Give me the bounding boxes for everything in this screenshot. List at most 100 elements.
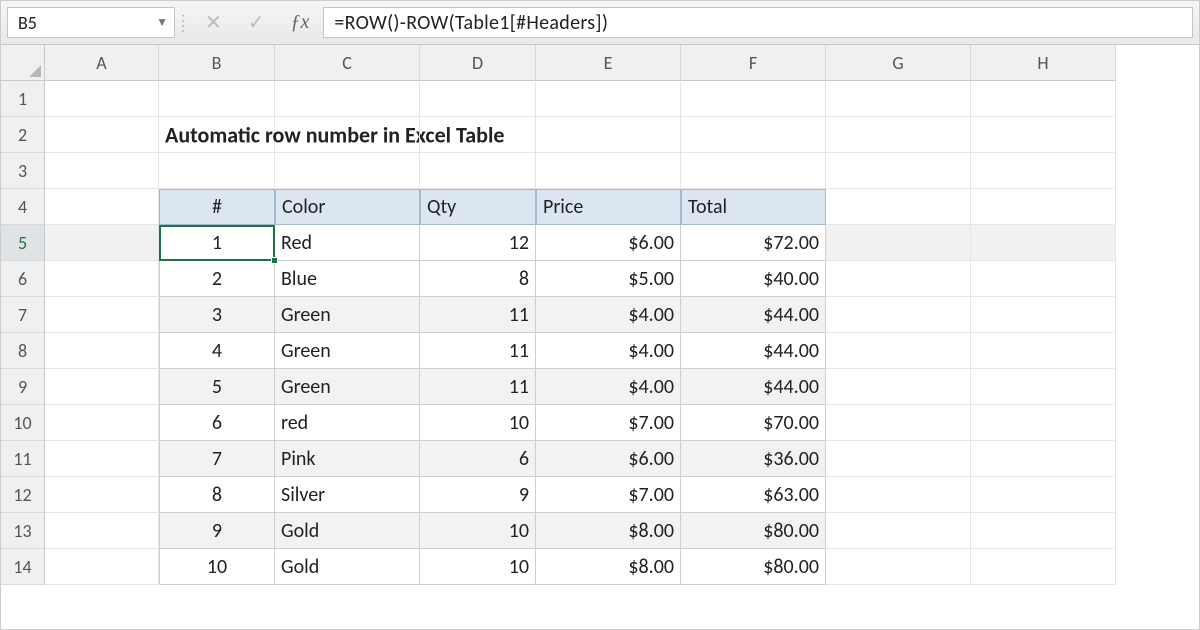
cell-A8[interactable] [45, 333, 159, 369]
cell-H10[interactable] [971, 405, 1116, 441]
cell-G12[interactable] [826, 477, 971, 513]
cell-C5[interactable]: Red [275, 225, 420, 261]
table-header-qty[interactable]: Qty [420, 189, 536, 225]
cell-A13[interactable] [45, 513, 159, 549]
cell-H4[interactable] [971, 189, 1116, 225]
cell-E6[interactable]: $5.00 [536, 261, 681, 297]
cell-E1[interactable] [536, 81, 681, 117]
cell-G11[interactable] [826, 441, 971, 477]
table-header-price[interactable]: Price [536, 189, 681, 225]
cell-H11[interactable] [971, 441, 1116, 477]
cell-E9[interactable]: $4.00 [536, 369, 681, 405]
cell-H9[interactable] [971, 369, 1116, 405]
cell-A6[interactable] [45, 261, 159, 297]
enter-icon[interactable]: ✓ [248, 10, 265, 35]
cell-C14[interactable]: Gold [275, 549, 420, 585]
row-1[interactable]: 1 [1, 81, 45, 117]
cell-D6[interactable]: 8 [420, 261, 536, 297]
cell-E12[interactable]: $7.00 [536, 477, 681, 513]
cell-A14[interactable] [45, 549, 159, 585]
cell-C6[interactable]: Blue [275, 261, 420, 297]
col-D[interactable]: D [420, 45, 536, 81]
cell-D5[interactable]: 12 [420, 225, 536, 261]
cell-F10[interactable]: $70.00 [681, 405, 826, 441]
cell-F8[interactable]: $44.00 [681, 333, 826, 369]
worksheet-grid[interactable]: A B C D E F G H 1 2 Automatic row number… [1, 45, 1199, 585]
cell-H7[interactable] [971, 297, 1116, 333]
row-10[interactable]: 10 [1, 405, 45, 441]
cell-G14[interactable] [826, 549, 971, 585]
cell-B7[interactable]: 3 [159, 297, 275, 333]
cell-C13[interactable]: Gold [275, 513, 420, 549]
fx-icon[interactable]: ƒx [283, 1, 324, 44]
row-14[interactable]: 14 [1, 549, 45, 585]
cell-G5[interactable] [826, 225, 971, 261]
col-B[interactable]: B [159, 45, 275, 81]
cell-G10[interactable] [826, 405, 971, 441]
cell-D8[interactable]: 11 [420, 333, 536, 369]
cell-H2[interactable] [971, 117, 1116, 153]
row-13[interactable]: 13 [1, 513, 45, 549]
cell-G3[interactable] [826, 153, 971, 189]
cell-C12[interactable]: Silver [275, 477, 420, 513]
cell-B6[interactable]: 2 [159, 261, 275, 297]
cell-H13[interactable] [971, 513, 1116, 549]
cell-D14[interactable]: 10 [420, 549, 536, 585]
cell-C11[interactable]: Pink [275, 441, 420, 477]
cell-F9[interactable]: $44.00 [681, 369, 826, 405]
cell-B3[interactable] [159, 153, 275, 189]
fill-handle[interactable] [271, 257, 278, 264]
col-C[interactable]: C [275, 45, 420, 81]
cell-F5[interactable]: $72.00 [681, 225, 826, 261]
cell-D1[interactable] [420, 81, 536, 117]
cell-C7[interactable]: Green [275, 297, 420, 333]
split-handle-icon[interactable]: ⁞ [179, 1, 187, 44]
table-header-num[interactable]: # [159, 189, 275, 225]
col-E[interactable]: E [536, 45, 681, 81]
cell-B2[interactable]: Automatic row number in Excel Table [159, 117, 275, 153]
cell-G13[interactable] [826, 513, 971, 549]
cell-D12[interactable]: 9 [420, 477, 536, 513]
cell-D7[interactable]: 11 [420, 297, 536, 333]
col-G[interactable]: G [826, 45, 971, 81]
cell-B5[interactable]: 1 [159, 225, 275, 261]
cell-H5[interactable] [971, 225, 1116, 261]
cell-E11[interactable]: $6.00 [536, 441, 681, 477]
cell-B14[interactable]: 10 [159, 549, 275, 585]
cell-G1[interactable] [826, 81, 971, 117]
row-8[interactable]: 8 [1, 333, 45, 369]
cell-A5[interactable] [45, 225, 159, 261]
name-dropdown-icon[interactable]: ▼ [156, 15, 168, 30]
row-12[interactable]: 12 [1, 477, 45, 513]
cell-E8[interactable]: $4.00 [536, 333, 681, 369]
cell-G4[interactable] [826, 189, 971, 225]
cell-G2[interactable] [826, 117, 971, 153]
cell-G7[interactable] [826, 297, 971, 333]
row-7[interactable]: 7 [1, 297, 45, 333]
row-9[interactable]: 9 [1, 369, 45, 405]
cell-E10[interactable]: $7.00 [536, 405, 681, 441]
col-F[interactable]: F [681, 45, 826, 81]
cell-F6[interactable]: $40.00 [681, 261, 826, 297]
cell-E7[interactable]: $4.00 [536, 297, 681, 333]
cell-H14[interactable] [971, 549, 1116, 585]
cell-E3[interactable] [536, 153, 681, 189]
cell-G9[interactable] [826, 369, 971, 405]
row-3[interactable]: 3 [1, 153, 45, 189]
select-all-corner[interactable] [1, 45, 45, 81]
cell-D9[interactable]: 11 [420, 369, 536, 405]
cell-E5[interactable]: $6.00 [536, 225, 681, 261]
cell-A9[interactable] [45, 369, 159, 405]
row-5[interactable]: 5 [1, 225, 45, 261]
cell-D13[interactable]: 10 [420, 513, 536, 549]
cell-C1[interactable] [275, 81, 420, 117]
col-H[interactable]: H [971, 45, 1116, 81]
cell-F7[interactable]: $44.00 [681, 297, 826, 333]
formula-input[interactable]: =ROW()-ROW(Table1[#Headers]) [323, 7, 1193, 38]
cell-A12[interactable] [45, 477, 159, 513]
name-box[interactable]: B5 ▼ [7, 7, 175, 38]
table-header-color[interactable]: Color [275, 189, 420, 225]
cell-D11[interactable]: 6 [420, 441, 536, 477]
cell-B11[interactable]: 7 [159, 441, 275, 477]
cell-D2[interactable] [420, 117, 536, 153]
